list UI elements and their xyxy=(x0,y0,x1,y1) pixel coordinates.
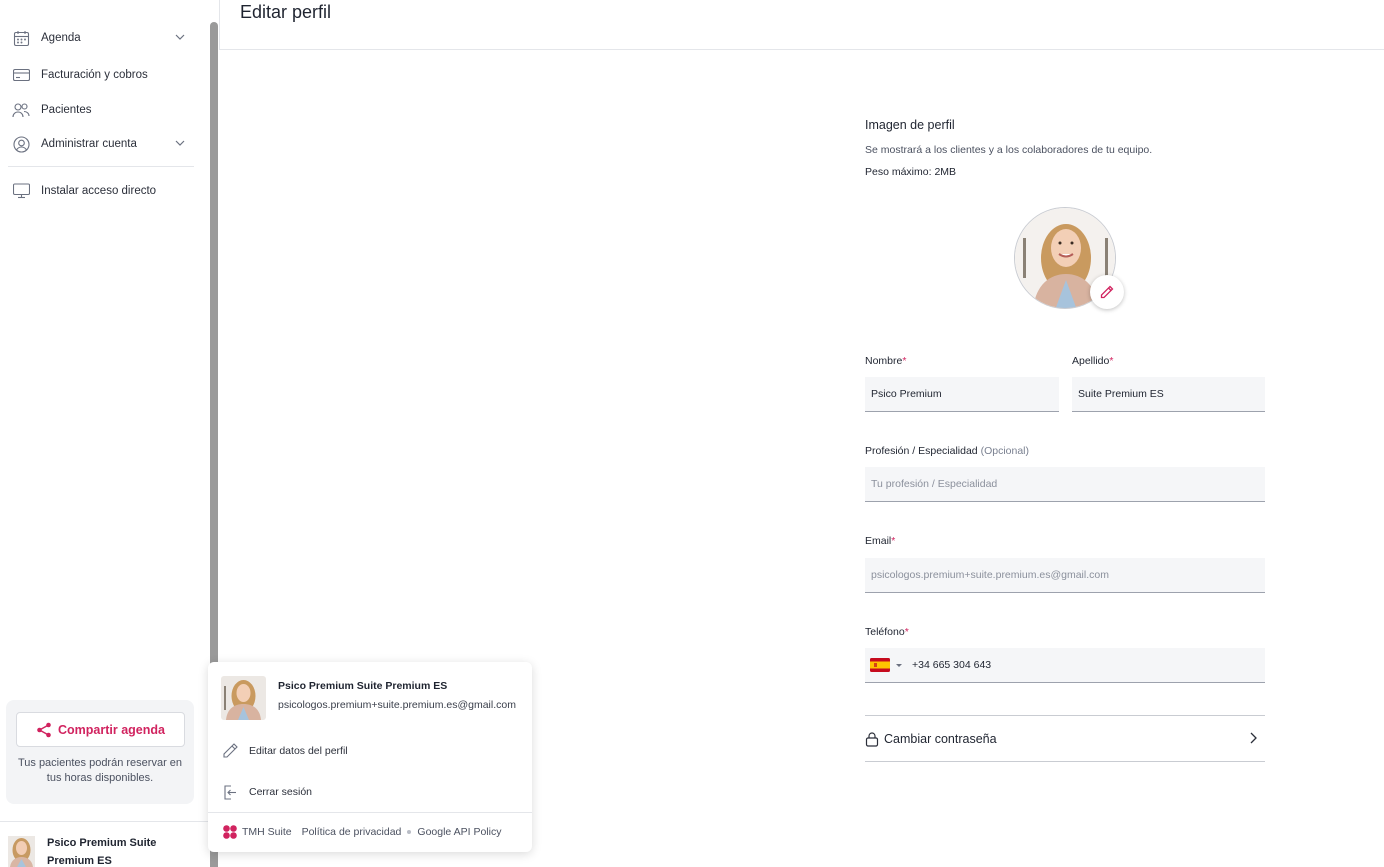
telefono-label-text: Teléfono xyxy=(865,626,905,638)
header: Editar perfil xyxy=(219,0,1384,50)
profile-image-title: Imagen de perfil xyxy=(865,118,955,132)
sidebar: Agenda Facturación y cobros Pacientes Ad… xyxy=(0,0,210,867)
nombre-input[interactable] xyxy=(871,377,1059,411)
share-agenda-card: Compartir agenda Tus pacientes podrán re… xyxy=(6,700,194,804)
brand-link[interactable]: TMH Suite xyxy=(222,824,292,840)
users-icon xyxy=(12,101,30,119)
menu-item-label: Editar datos del perfil xyxy=(249,745,348,757)
required-mark: * xyxy=(1109,355,1114,367)
share-agenda-button[interactable]: Compartir agenda xyxy=(16,712,185,747)
logout-icon xyxy=(220,783,240,801)
sidebar-item-label: Pacientes xyxy=(41,104,92,116)
apellido-label-text: Apellido xyxy=(1072,355,1110,367)
profesion-label: Profesión / Especialidad (Opcional) xyxy=(865,445,1029,457)
share-icon xyxy=(37,722,51,737)
sidebar-item-agenda[interactable]: Agenda xyxy=(12,26,192,50)
sidebar-item-pacientes[interactable]: Pacientes xyxy=(12,98,192,122)
nombre-label-text: Nombre xyxy=(865,355,903,367)
chevron-right-icon xyxy=(1247,731,1259,748)
sidebar-item-facturacion[interactable]: Facturación y cobros xyxy=(12,63,192,87)
avatar[interactable] xyxy=(8,836,35,867)
sidebar-item-instalar-acceso[interactable]: Instalar acceso directo xyxy=(12,179,192,203)
email-input[interactable] xyxy=(871,558,1265,592)
required-mark: * xyxy=(902,355,907,367)
pencil-icon xyxy=(1100,285,1114,299)
email-label: Email* xyxy=(865,535,895,547)
user-menu-popup: Psico Premium Suite Premium ES psicologo… xyxy=(208,662,532,852)
chevron-down-icon xyxy=(174,31,186,46)
spain-flag-icon xyxy=(870,658,890,672)
calendar-icon xyxy=(12,29,30,47)
profile-image-subtitle: Se mostrará a los clientes y a los colab… xyxy=(865,144,1153,156)
required-mark: * xyxy=(904,626,909,638)
sidebar-item-label: Facturación y cobros xyxy=(41,69,148,81)
telefono-input[interactable]: +34 665 304 643 xyxy=(912,659,991,671)
nombre-field[interactable] xyxy=(865,377,1059,412)
avatar xyxy=(221,676,266,720)
pencil-icon xyxy=(220,742,240,760)
google-api-policy-link[interactable]: Google API Policy xyxy=(417,826,501,838)
page-title: Editar perfil xyxy=(240,2,332,22)
sidebar-item-label: Agenda xyxy=(41,32,81,44)
sidebar-item-label: Instalar acceso directo xyxy=(41,185,157,197)
tmh-logo-icon xyxy=(223,825,237,839)
lock-icon xyxy=(865,731,879,747)
change-password-label: Cambiar contraseña xyxy=(884,731,997,746)
user-circle-icon xyxy=(12,135,30,153)
chevron-down-icon xyxy=(174,137,186,152)
apellido-field[interactable] xyxy=(1072,377,1265,412)
nombre-label: Nombre* xyxy=(865,355,906,367)
sidebar-user-name: Psico Premium Suite Premium ES xyxy=(47,837,157,867)
sidebar-divider xyxy=(8,166,194,167)
sidebar-item-label: Administrar cuenta xyxy=(41,138,137,150)
popup-user-name: Psico Premium Suite Premium ES xyxy=(278,680,448,692)
menu-item-label: Cerrar sesión xyxy=(249,786,313,798)
logout-menu-item[interactable]: Cerrar sesión xyxy=(220,781,520,803)
apellido-label: Apellido* xyxy=(1072,355,1113,367)
sidebar-item-administrar-cuenta[interactable]: Administrar cuenta xyxy=(12,132,192,156)
sidebar-user-divider xyxy=(0,821,210,822)
optional-mark: (Opcional) xyxy=(980,445,1030,457)
required-mark: * xyxy=(891,535,896,547)
popup-divider xyxy=(208,812,532,813)
popup-user-email: psicologos.premium+suite.premium.es@gmai… xyxy=(278,699,516,711)
telefono-label: Teléfono* xyxy=(865,626,909,638)
credit-card-icon xyxy=(12,66,30,84)
caret-down-icon xyxy=(896,664,902,667)
change-password-button[interactable]: Cambiar contraseña xyxy=(865,715,1265,762)
share-button-label: Compartir agenda xyxy=(58,722,165,737)
separator-dot xyxy=(407,830,412,834)
profesion-label-text: Profesión / Especialidad xyxy=(865,445,978,457)
monitor-icon xyxy=(12,182,30,200)
telefono-field[interactable]: +34 665 304 643 xyxy=(865,648,1265,683)
apellido-input[interactable] xyxy=(1078,377,1265,411)
profesion-input[interactable] xyxy=(871,467,1265,501)
privacy-policy-link[interactable]: Política de privacidad xyxy=(302,826,402,838)
country-selector[interactable] xyxy=(870,658,904,672)
profesion-field[interactable] xyxy=(865,467,1265,502)
email-label-text: Email xyxy=(865,535,892,547)
share-description: Tus pacientes podrán reservar en tus hor… xyxy=(17,757,183,784)
profile-image-max-weight: Peso máximo: 2MB xyxy=(865,166,957,178)
popup-footer: TMH Suite Política de privacidad Google … xyxy=(222,824,501,840)
app: Agenda Facturación y cobros Pacientes Ad… xyxy=(0,0,1384,867)
edit-profile-menu-item[interactable]: Editar datos del perfil xyxy=(220,740,520,762)
brand-label: TMH Suite xyxy=(242,826,292,838)
edit-avatar-button[interactable] xyxy=(1090,275,1124,309)
email-field[interactable] xyxy=(865,558,1265,593)
